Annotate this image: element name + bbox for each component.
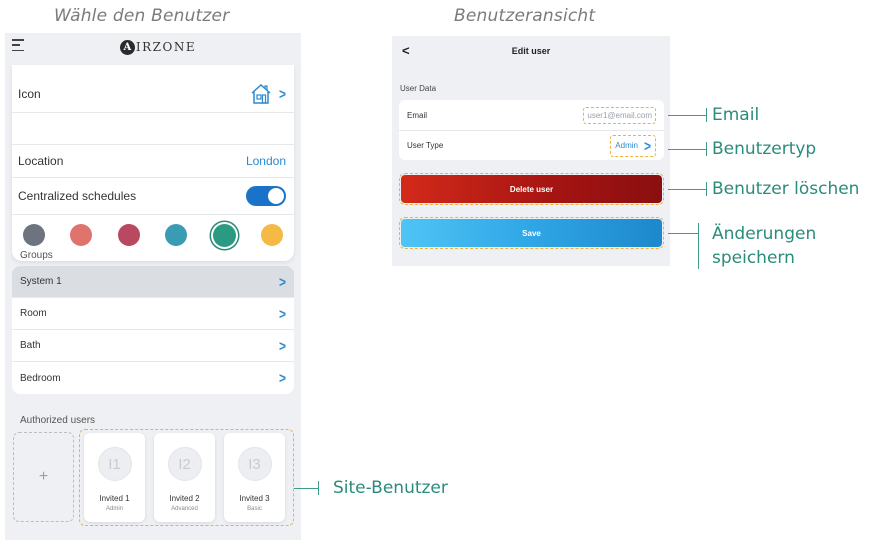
user-card-invited-1[interactable]: I1 Invited 1 Admin [84, 433, 145, 522]
top-bar: A IRZONE [5, 33, 301, 61]
callout-save-line-1: Änderungen [712, 224, 817, 244]
callout-site-users: Site-Benutzer [333, 478, 448, 498]
callout-line-email [668, 115, 706, 116]
chevron-right-icon: > [643, 137, 651, 154]
color-swatch[interactable] [117, 224, 140, 246]
user-card-invited-3[interactable]: I3 Invited 3 Basic [224, 433, 285, 522]
email-field[interactable]: user1@email.com [583, 106, 656, 124]
delete-user-highlight: Delete user [399, 173, 664, 205]
delete-user-button[interactable]: Delete user [401, 175, 662, 203]
house-icon [251, 83, 271, 104]
user-type-value: Admin [615, 141, 638, 150]
hamburger-menu-icon[interactable] [12, 39, 26, 51]
airzone-logo: A IRZONE [119, 39, 197, 55]
group-item-bedroom[interactable]: Bedroom > [12, 362, 294, 394]
location-row[interactable]: Location London [12, 144, 294, 178]
user-type-select[interactable]: Admin > [610, 134, 656, 157]
callout-tick-site-users [318, 481, 319, 495]
user-data-card: Email user1@email.com User Type Admin > [399, 100, 664, 160]
location-value: London [245, 154, 286, 168]
groups-list: System 1 > Room > Bath > Bedroom > [12, 266, 294, 394]
user-role: Basic [247, 506, 262, 512]
logo-mark: A [119, 39, 135, 55]
user-role: Admin [105, 506, 123, 512]
group-item-label: Room [20, 308, 47, 319]
callout-line-user-type [668, 149, 706, 150]
group-item-bath[interactable]: Bath > [12, 330, 294, 362]
callout-tick-user-type [706, 142, 707, 156]
callout-save-line-2: speichern [712, 248, 795, 268]
save-button[interactable]: Save [401, 219, 662, 247]
logo-text: IRZONE [135, 40, 197, 54]
color-swatch[interactable] [23, 224, 45, 246]
email-row: Email user1@email.com [399, 100, 664, 130]
chevron-right-icon: > [278, 305, 286, 322]
user-type-row: User Type Admin > [399, 130, 664, 160]
chevron-right-icon: > [278, 273, 286, 290]
callout-line-site-users [294, 488, 318, 489]
save-highlight: Save [399, 217, 664, 249]
group-item-label: Bath [20, 340, 41, 351]
site-settings-card: Icon > Location London Centralized sched… [12, 65, 294, 261]
groups-title: Groups [20, 250, 53, 261]
color-swatch[interactable] [165, 224, 188, 246]
edit-user-header: < Edit user [392, 36, 670, 66]
group-item-label: System 1 [20, 276, 62, 287]
toggle-knob [268, 188, 284, 204]
chevron-right-icon: > [278, 369, 286, 387]
centralized-schedules-toggle[interactable] [246, 186, 286, 206]
callout-tick-delete [706, 182, 707, 196]
centralized-schedules-label: Centralized schedules [18, 189, 137, 203]
user-name: Invited 3 [239, 494, 270, 503]
user-name: Invited 2 [169, 494, 200, 503]
location-label: Location [18, 154, 64, 168]
user-name: Invited 1 [99, 494, 130, 503]
icon-row[interactable]: Icon > [12, 75, 294, 113]
right-caption: Benutzeransicht [454, 6, 596, 26]
user-role: Advanced [171, 506, 198, 512]
group-item-system-1[interactable]: System 1 > [12, 266, 294, 298]
avatar: I2 [167, 447, 202, 481]
icon-row-label: Icon [18, 86, 41, 101]
edit-user-screen: < Edit user User Data Email user1@email.… [392, 36, 670, 266]
user-data-label: User Data [400, 84, 437, 93]
avatar: I1 [97, 447, 132, 481]
color-picker [12, 217, 294, 253]
centralized-schedules-row: Centralized schedules [12, 178, 294, 215]
callout-tick-email [706, 108, 707, 122]
callout-tick-save [698, 223, 699, 269]
color-swatch[interactable] [260, 224, 283, 246]
authorized-users-title: Authorized users [20, 415, 96, 426]
site-settings-screen: A IRZONE Icon > Location London Centrali… [5, 33, 301, 540]
chevron-right-icon: > [278, 337, 286, 354]
group-item-label: Bedroom [20, 372, 61, 384]
callout-delete: Benutzer löschen [712, 179, 860, 199]
back-arrow-icon[interactable]: < [402, 43, 410, 58]
user-card-invited-2[interactable]: I2 Invited 2 Advanced [154, 433, 215, 522]
email-label: Email [407, 110, 428, 120]
avatar: I3 [237, 447, 272, 481]
callout-email: Email [712, 105, 760, 125]
left-caption: Wähle den Benutzer [54, 6, 230, 26]
callout-line-save [668, 233, 698, 234]
color-swatch[interactable] [212, 223, 236, 247]
edit-user-title: Edit user [511, 46, 551, 56]
callout-user-type: Benutzertyp [712, 139, 817, 159]
user-type-label: User Type [407, 141, 444, 150]
callout-line-delete [668, 189, 706, 190]
add-user-button[interactable]: + [13, 432, 74, 522]
chevron-right-icon: > [278, 85, 286, 102]
group-item-room[interactable]: Room > [12, 298, 294, 330]
color-swatch[interactable] [70, 224, 93, 246]
